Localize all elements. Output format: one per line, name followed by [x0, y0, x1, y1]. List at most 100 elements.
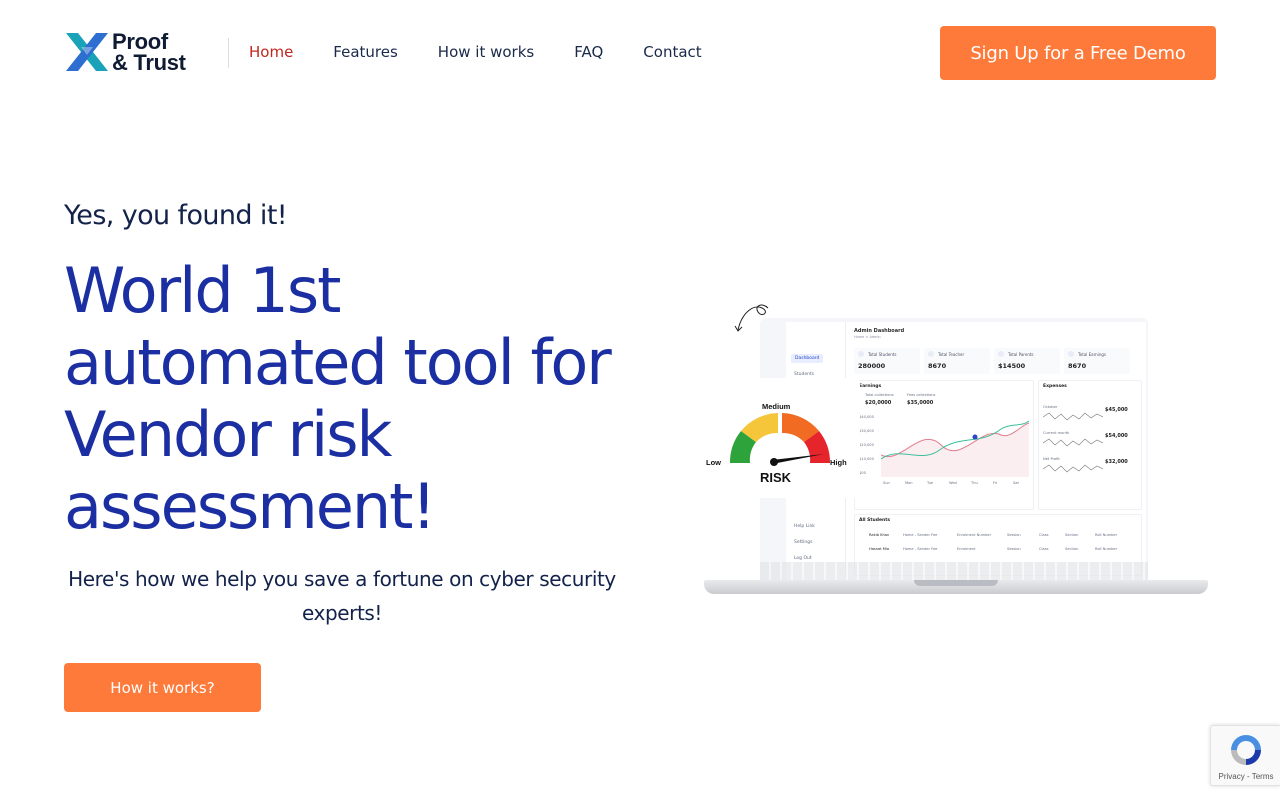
hero-subtext: Here's how we help you save a fortune on…: [64, 562, 620, 630]
sidebar-item-logout: Log Out: [794, 556, 812, 561]
earnings-legend-1: Total collections: [865, 393, 894, 397]
logo[interactable]: Proof & Trust: [64, 28, 196, 76]
how-it-works-button[interactable]: How it works?: [64, 663, 261, 712]
laptop-notch: [914, 580, 998, 586]
main-nav: Home Features How it works FAQ Contact: [249, 42, 742, 62]
student-cell: Roll Number: [1095, 533, 1118, 537]
logo-mark-icon: [66, 33, 108, 71]
hero-subtext-line-1: Here's how we help you save a fortune on…: [68, 567, 616, 591]
gauge-label-high: High: [830, 458, 847, 467]
recaptcha-privacy-link[interactable]: Privacy: [1219, 772, 1245, 781]
student-cell: Home - Sender Fee: [903, 533, 938, 537]
student-cell: Enrolment Number: [957, 533, 992, 537]
stat-value: 8670: [928, 362, 947, 370]
stat-value: 8670: [1068, 362, 1087, 370]
x-tick: Tue: [927, 481, 934, 485]
gauge-label-medium: Medium: [762, 402, 791, 411]
nav-item-contact[interactable]: Contact: [643, 42, 701, 62]
expense-sparklines: [1043, 412, 1103, 473]
student-cell: Session: [1007, 533, 1021, 537]
headline-line-3: Vendor risk: [64, 398, 392, 471]
student-cell: Section: [1065, 533, 1079, 537]
site-header: Proof & Trust Home Features How it works…: [0, 0, 1280, 106]
hero-eyebrow: Yes, you found it!: [64, 200, 288, 231]
student-cell: Home - Sender Fee: [903, 547, 938, 551]
x-tick: Mon: [905, 481, 913, 485]
y-tick: $30,000: [859, 429, 874, 433]
stat-label: Total Students: [868, 352, 897, 357]
hero-subtext-line-2: experts!: [301, 601, 383, 625]
expenses-card: Expenses October $45,000 Current month $…: [1038, 380, 1142, 510]
expenses-title: Expenses: [1043, 384, 1067, 389]
earnings-value-1: $20,0000: [865, 400, 892, 406]
sidebar-item-settings: Settings: [794, 540, 813, 545]
x-tick: Sat: [1013, 481, 1019, 485]
y-tick: $10,000: [859, 457, 874, 461]
logo-text: Proof & Trust: [112, 29, 186, 75]
nav-item-how-it-works[interactable]: How it works: [438, 42, 534, 62]
earnings-title: Earnings: [859, 384, 882, 389]
sidebar-item-dashboard: Dashboard: [791, 354, 824, 363]
earnings-value-2: $35,0000: [907, 400, 934, 406]
signup-demo-button[interactable]: Sign Up for a Free Demo: [940, 26, 1216, 80]
stat-value: $14500: [998, 362, 1026, 370]
expense-value: $45,000: [1105, 407, 1128, 413]
stat-icon: [928, 351, 934, 357]
nav-item-faq[interactable]: FAQ: [574, 42, 603, 62]
stat-icon: [858, 351, 864, 357]
logo-line-2: & Trust: [112, 50, 186, 75]
stat-card: Total Students 280000: [854, 348, 920, 374]
sidebar-item-students: Students: [794, 372, 815, 377]
headline-line-1: World 1st: [64, 254, 341, 327]
stat-icon: [1068, 351, 1074, 357]
expense-value: $32,000: [1105, 459, 1128, 465]
x-tick: Thu: [971, 481, 978, 485]
recaptcha-links: Privacy - Terms: [1211, 772, 1280, 781]
stat-label: Total Parents: [1008, 352, 1034, 357]
recaptcha-terms-link[interactable]: Terms: [1252, 772, 1274, 781]
nav-divider: [228, 38, 229, 68]
y-tick: $20,000: [859, 443, 874, 447]
recaptcha-icon: [1231, 735, 1261, 765]
dashboard-title: Admin Dashboard: [854, 328, 905, 334]
student-cell: Roll Number: [1095, 547, 1118, 551]
stat-card: Total Parents $14500: [994, 348, 1060, 374]
sidebar-item-help: Help Link: [794, 524, 815, 529]
y-tick: $00: [859, 471, 866, 475]
laptop-illustration: Dashboard Students Help Link Settings Lo…: [700, 300, 1212, 620]
hero-headline: World 1st automated tool for Vendor risk…: [64, 255, 664, 543]
stat-card: Total Earnings 8670: [1064, 348, 1130, 374]
students-title: All Students: [859, 518, 891, 523]
student-name: Hasnat Mia: [869, 547, 890, 551]
dashboard-breadcrumb: Home > Admin: [854, 335, 881, 339]
x-tick: Fri: [993, 481, 998, 485]
recaptcha-badge[interactable]: Privacy - Terms: [1210, 725, 1280, 786]
student-name: Rakib Khan: [869, 533, 890, 537]
risk-gauge: Medium Low High RISK: [700, 378, 860, 498]
recaptcha-separator: -: [1244, 772, 1252, 781]
stat-card: Total Teacher 8670: [924, 348, 990, 374]
nav-item-features[interactable]: Features: [333, 42, 398, 62]
gauge-label-risk: RISK: [760, 470, 792, 485]
stat-label: Total Earnings: [1078, 352, 1106, 357]
y-tick: $40,000: [859, 415, 874, 419]
stat-value: 280000: [858, 362, 886, 370]
laptop-keyboard: [760, 562, 1148, 580]
x-tick: Wed: [949, 481, 957, 485]
student-cell: Class: [1039, 533, 1049, 537]
student-cell: Enrolment: [957, 547, 976, 551]
earnings-legend-2: Fees collections: [907, 393, 936, 397]
expense-value: $54,000: [1105, 433, 1128, 439]
nav-item-home[interactable]: Home: [249, 42, 293, 62]
gauge-label-low: Low: [706, 458, 721, 467]
expense-label: October: [1043, 405, 1058, 409]
logo-line-1: Proof: [112, 29, 168, 54]
earnings-line-chart: [881, 420, 1029, 477]
headline-line-2: automated tool for: [64, 326, 612, 399]
stat-label: Total Teacher: [938, 352, 965, 357]
earnings-card: Earnings Total collections Fees collecti…: [854, 380, 1034, 510]
stat-icon: [998, 351, 1004, 357]
student-cell: Section: [1065, 547, 1079, 551]
headline-line-4: assessment!: [64, 470, 436, 543]
x-tick: Sun: [883, 481, 890, 485]
